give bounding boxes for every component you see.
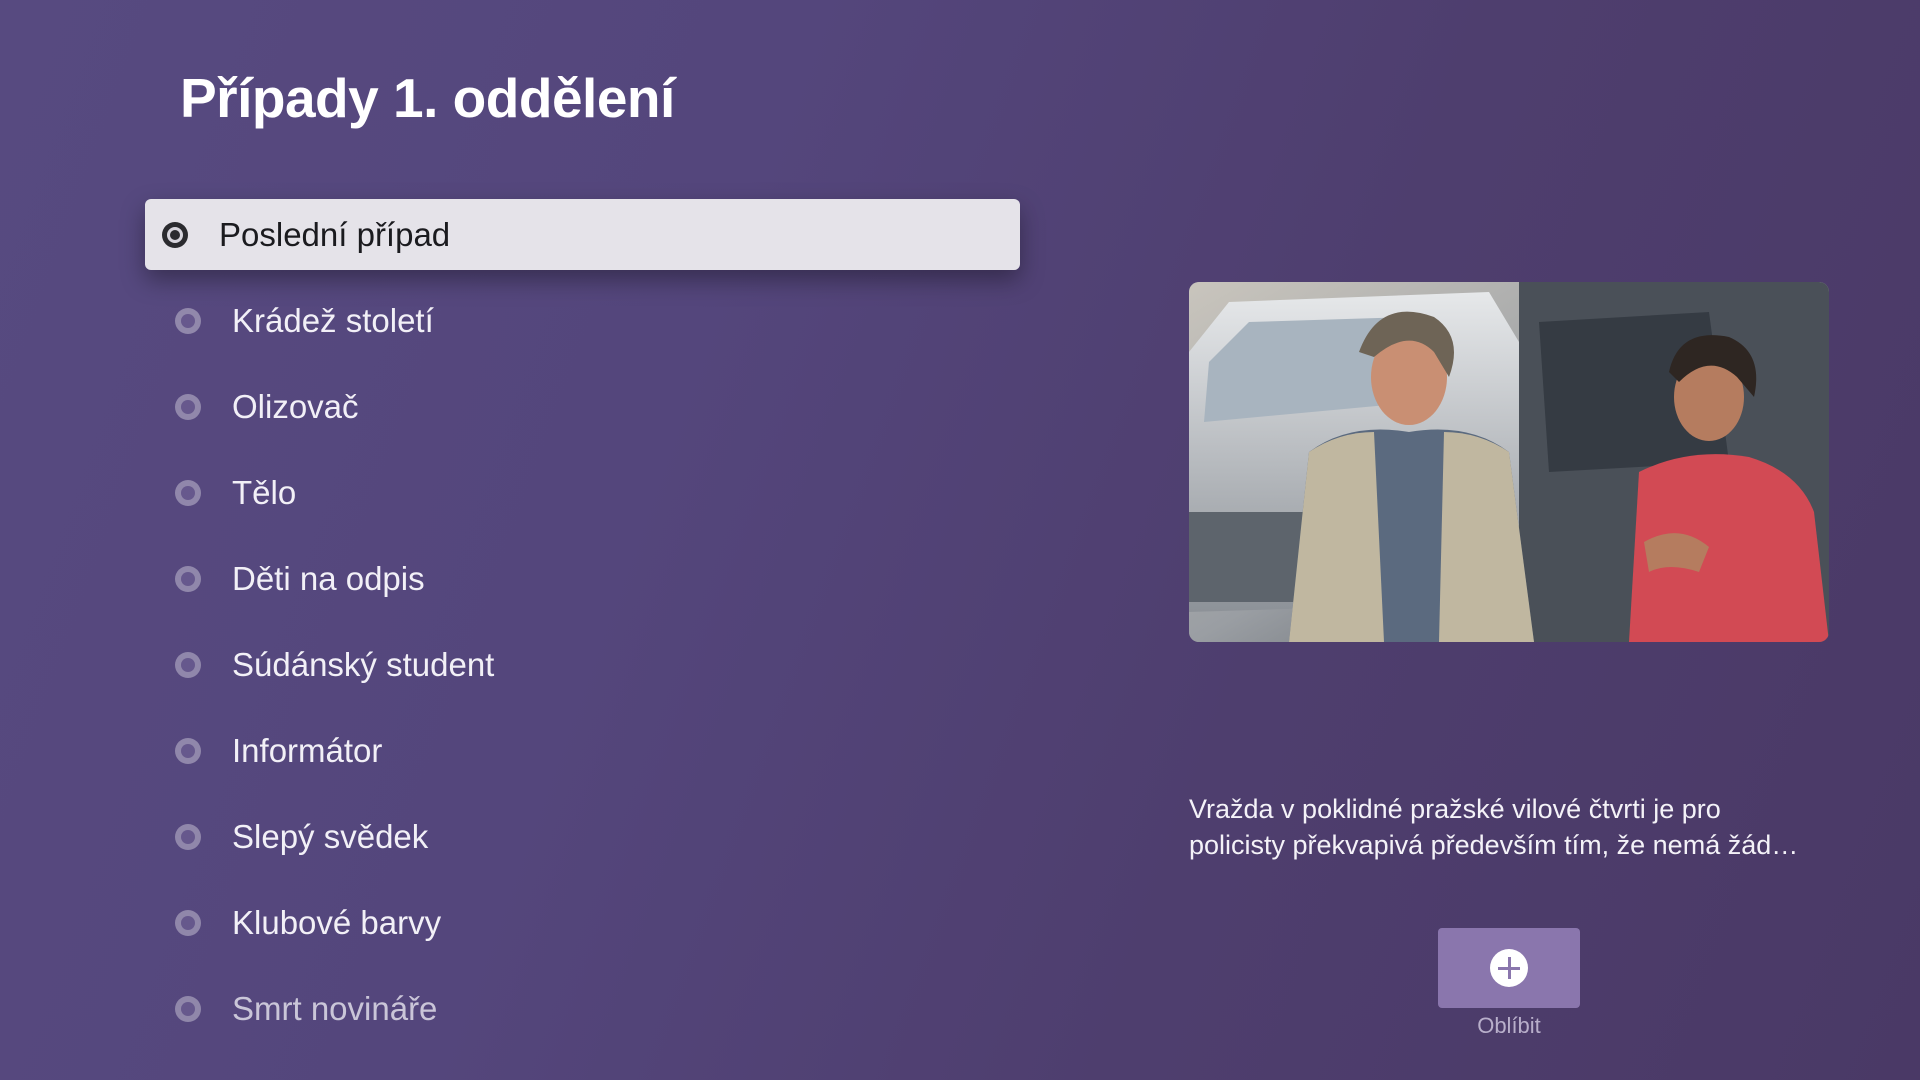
page-title: Případy 1. oddělení xyxy=(180,67,675,129)
episode-item-telo[interactable]: Tělo xyxy=(145,457,1020,528)
episode-label: Krádež století xyxy=(232,301,434,339)
radio-icon xyxy=(175,823,201,850)
episode-label: Informátor xyxy=(232,731,383,769)
episode-label: Slepý svědek xyxy=(232,817,429,855)
plus-circle-icon xyxy=(1490,949,1528,987)
radio-icon xyxy=(175,995,201,1022)
episode-label: Klubové barvy xyxy=(232,903,442,941)
episode-label: Súdánský student xyxy=(232,645,495,683)
episode-label: Smrt novináře xyxy=(232,989,438,1027)
radio-selected-icon xyxy=(162,221,188,248)
description-line-2: policisty překvapivá především tím, že n… xyxy=(1189,830,1799,860)
episode-list: Poslední případ Krádež století Olizovač … xyxy=(145,199,1020,1059)
radio-icon xyxy=(175,737,201,764)
episode-preview-image xyxy=(1189,282,1829,642)
episode-description: Vražda v poklidné pražské vilové čtvrti … xyxy=(1189,791,1829,863)
radio-icon xyxy=(175,651,201,678)
episode-item-deti-na-odpis[interactable]: Děti na odpis xyxy=(145,543,1020,614)
radio-icon xyxy=(175,393,201,420)
episode-item-sudansky-student[interactable]: Súdánský student xyxy=(145,629,1020,700)
radio-icon xyxy=(175,479,201,506)
episode-item-kradez-stoleti[interactable]: Krádež století xyxy=(145,285,1020,356)
favorite-button[interactable] xyxy=(1438,928,1580,1008)
episode-item-smrt-novinare[interactable]: Smrt novináře xyxy=(145,973,1020,1044)
episode-label: Děti na odpis xyxy=(232,559,425,597)
episode-label: Tělo xyxy=(232,473,297,511)
favorite-label: Oblíbit xyxy=(1477,1013,1541,1038)
episode-label: Poslední případ xyxy=(219,215,451,253)
episode-item-slepy-svedek[interactable]: Slepý svědek xyxy=(145,801,1020,872)
episode-item-posledni-pripad[interactable]: Poslední případ xyxy=(145,199,1020,270)
episode-item-olizovac[interactable]: Olizovač xyxy=(145,371,1020,442)
episode-item-informator[interactable]: Informátor xyxy=(145,715,1020,786)
radio-icon xyxy=(175,307,201,334)
radio-icon xyxy=(175,565,201,592)
radio-icon xyxy=(175,909,201,936)
episode-item-klubove-barvy[interactable]: Klubové barvy xyxy=(145,887,1020,958)
description-line-1: Vražda v poklidné pražské vilové čtvrti … xyxy=(1189,794,1721,824)
episode-label: Olizovač xyxy=(232,387,359,425)
